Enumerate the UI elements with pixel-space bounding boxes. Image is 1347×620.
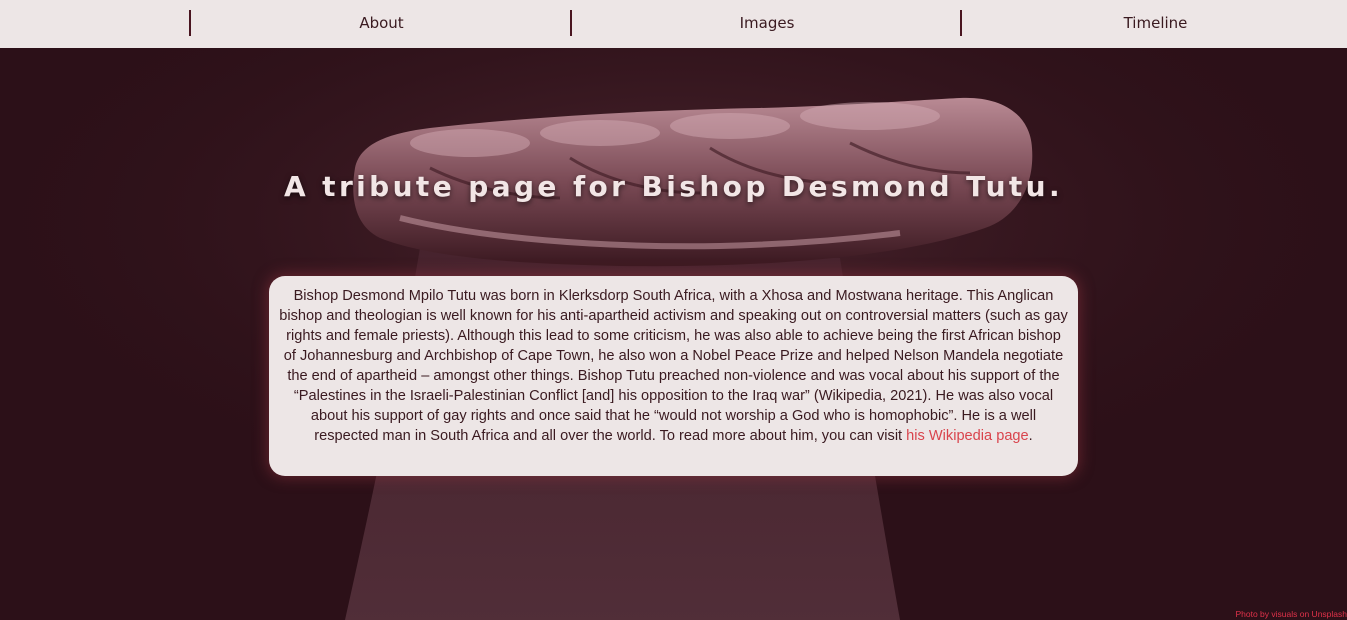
- nav-link-timeline[interactable]: Timeline: [960, 10, 1347, 36]
- wikipedia-link[interactable]: his Wikipedia page: [906, 428, 1029, 444]
- top-nav: About Images Timeline: [0, 0, 1347, 48]
- page-title: A tribute page for Bishop Desmond Tutu.: [283, 170, 1064, 203]
- nav-divider: [570, 10, 572, 36]
- nav-label-images: Images: [739, 14, 795, 32]
- bio-text: Bishop Desmond Mpilo Tutu was born in Kl…: [279, 288, 1068, 444]
- nav-label-timeline: Timeline: [1123, 14, 1188, 32]
- hero-section: A tribute page for Bishop Desmond Tutu. …: [0, 48, 1347, 620]
- nav-divider: [189, 10, 191, 36]
- nav-divider: [960, 10, 962, 36]
- nav-link-images[interactable]: Images: [570, 10, 960, 36]
- bio-text-end: .: [1028, 428, 1033, 444]
- nav-link-about[interactable]: About: [189, 10, 570, 36]
- nav-label-about: About: [359, 14, 404, 32]
- bio-card: Bishop Desmond Mpilo Tutu was born in Kl…: [269, 276, 1078, 476]
- photo-credit[interactable]: Photo by visuals on Unsplash: [1235, 609, 1347, 620]
